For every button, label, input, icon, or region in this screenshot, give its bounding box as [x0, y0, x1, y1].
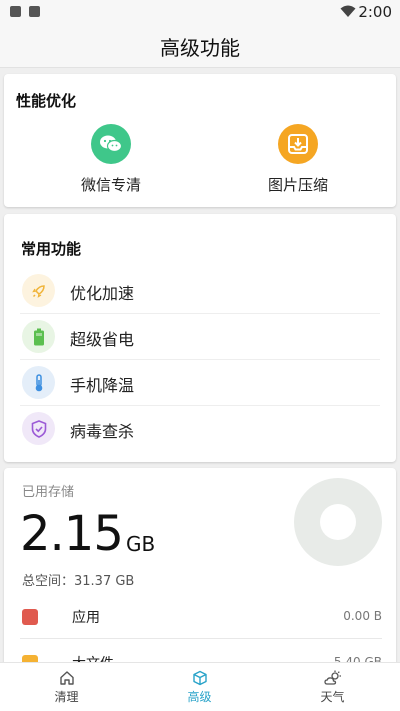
notification-icon — [10, 6, 21, 17]
image-compress-icon — [278, 124, 318, 164]
storage-card: 已用存储 2.15 GB 总空间：31.37 GB 应用 0.00 B 大文件 … — [4, 468, 396, 668]
nav-tab-advanced[interactable]: 高级 — [133, 663, 266, 711]
bottom-nav: 清理 高级 天气 — [0, 662, 400, 711]
shield-icon — [22, 412, 55, 445]
rocket-icon — [22, 274, 55, 307]
thermometer-icon — [22, 366, 55, 399]
wechat-clean-button[interactable]: 微信专清 — [41, 124, 181, 195]
apps-name: 应用 — [72, 610, 100, 626]
nav-tab-clean[interactable]: 清理 — [0, 663, 133, 711]
nav-tab-clean-label: 清理 — [54, 690, 79, 704]
storage-item-apps[interactable]: 应用 0.00 B — [20, 593, 382, 639]
common-functions-card: 常用功能 优化加速 超级省电 手机降温 病毒查杀 — [4, 214, 396, 462]
virus-scan-label: 病毒查杀 — [70, 422, 135, 441]
power-saving-label: 超级省电 — [70, 330, 135, 349]
nav-tab-advanced-label: 高级 — [187, 690, 212, 704]
image-compress-button[interactable]: 图片压缩 — [228, 124, 368, 195]
page-title: 高级功能 — [160, 36, 240, 60]
status-bar: 2:00 — [0, 0, 400, 24]
nav-tab-weather[interactable]: 天气 — [266, 663, 399, 711]
image-compress-label: 图片压缩 — [267, 176, 328, 194]
battery-icon — [22, 320, 55, 353]
donut-hole — [320, 504, 356, 540]
storage-used-value: 2.15 — [20, 506, 124, 562]
storage-used-unit: GB — [126, 532, 156, 556]
storage-donut-chart — [294, 478, 382, 566]
storage-total: 总空间：31.37 GB — [22, 574, 135, 589]
apps-color-swatch — [22, 609, 38, 625]
storage-used-label: 已用存储 — [22, 485, 75, 500]
status-time: 2:00 — [358, 3, 392, 21]
optimize-speed-label: 优化加速 — [70, 284, 135, 303]
wifi-icon — [340, 5, 356, 17]
performance-title: 性能优化 — [16, 92, 77, 110]
common-functions-title: 常用功能 — [21, 240, 82, 258]
weather-icon — [323, 670, 341, 685]
apps-size: 0.00 B — [343, 609, 382, 623]
list-item-optimize-speed[interactable]: 优化加速 — [20, 268, 380, 314]
list-item-virus-scan[interactable]: 病毒查杀 — [20, 406, 380, 452]
list-item-power-saving[interactable]: 超级省电 — [20, 314, 380, 360]
phone-cooling-label: 手机降温 — [70, 376, 135, 395]
wechat-clean-label: 微信专清 — [80, 176, 141, 194]
app-bar: 高级功能 — [0, 24, 400, 68]
nav-tab-weather-label: 天气 — [320, 690, 345, 704]
cube-icon — [192, 670, 207, 686]
performance-card: 性能优化 微信专清 图片压缩 — [4, 74, 396, 207]
wechat-icon — [91, 124, 131, 164]
home-icon — [59, 671, 74, 685]
notification-icon — [29, 6, 40, 17]
list-item-phone-cooling[interactable]: 手机降温 — [20, 360, 380, 406]
